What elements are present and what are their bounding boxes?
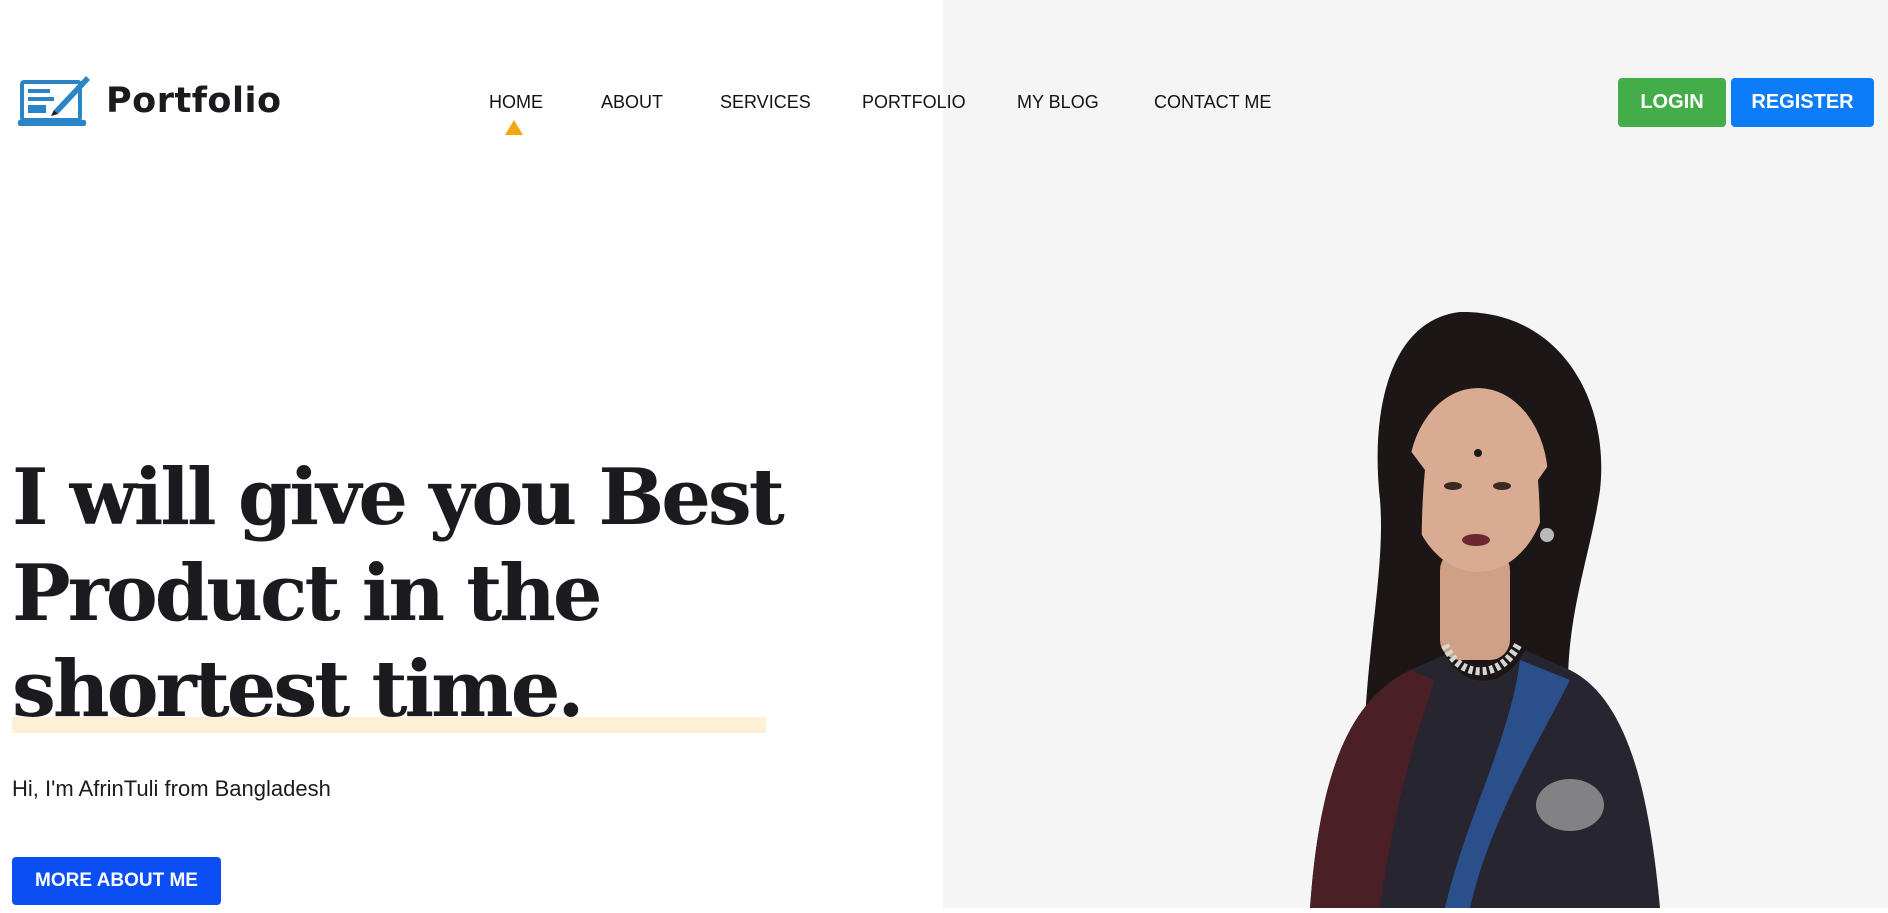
login-button[interactable]: LOGIN [1618,78,1726,127]
active-nav-indicator [505,120,523,135]
brand-name: Portfolio [106,81,282,121]
nav-item-services[interactable]: SERVICES [720,92,811,113]
portrait-photo [1270,300,1690,913]
brand-logo[interactable]: Portfolio [18,72,282,130]
hero-heading-line-3: shortest time. [12,644,584,735]
nav-item-about[interactable]: ABOUT [601,92,663,113]
nav-item-home[interactable]: HOME [489,92,543,113]
nav-item-portfolio[interactable]: PORTFOLIO [862,92,966,113]
nav-item-contact-me[interactable]: CONTACT ME [1154,92,1271,113]
hero-heading-line-2: Product in the [12,548,603,639]
more-about-me-button[interactable]: MORE ABOUT ME [12,857,221,905]
register-button[interactable]: REGISTER [1731,78,1874,127]
hero-heading: I will give you Best Product in the shor… [12,450,912,738]
nav-item-my-blog[interactable]: MY BLOG [1017,92,1099,113]
laptop-pen-icon [18,72,92,130]
hero-heading-line-1: I will give you Best [12,452,785,543]
hero-subtitle: Hi, I'm AfrinTuli from Bangladesh [12,776,331,801]
